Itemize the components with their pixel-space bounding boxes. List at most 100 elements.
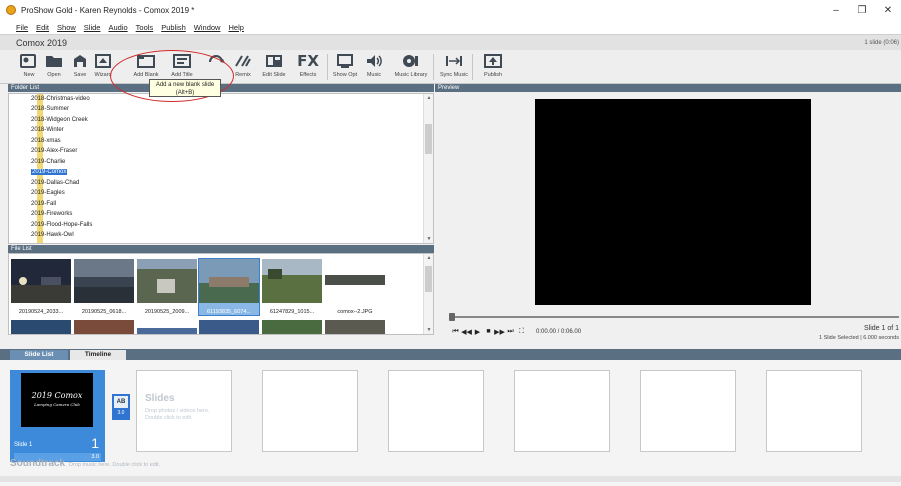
slide-card[interactable]: 2019 Comox Lamping Camera Club Slide 1 1… (10, 370, 105, 462)
effects-icon: FX (297, 52, 319, 70)
file-thumbnail-partial[interactable] (262, 320, 322, 334)
file-thumbnail-partial[interactable] (325, 320, 385, 334)
folder-item[interactable]: 2019-Alex-Fraser (31, 146, 77, 155)
minimize-button[interactable]: – (823, 0, 849, 20)
slide-list-scrollbar[interactable] (0, 476, 901, 482)
add-title-button[interactable]: Add Title (164, 52, 200, 78)
slide-title-text: 2019 Comox (31, 391, 83, 400)
maximize-button[interactable]: ❐ (849, 0, 875, 20)
transition-duration: 3.0 (117, 410, 125, 416)
scrollbar-thumb[interactable] (425, 124, 432, 154)
soundtrack-bar[interactable]: Soundtrack Drop music here. Double click… (10, 458, 160, 472)
preview-pane: ⏮ ◀◀ ▶ ■ ▶▶ ⏭ ⛶ 0:00.00 / 0:06.00 Slide … (435, 93, 901, 343)
edit-slide-label: Edit Slide (262, 72, 286, 78)
menu-show[interactable]: Show (57, 23, 76, 32)
publish-button[interactable]: Publish (475, 52, 511, 78)
tooltip-shortcut: (Alt+B) (175, 90, 195, 96)
file-thumbnail-partial[interactable] (137, 328, 197, 334)
menu-edit[interactable]: Edit (36, 23, 49, 32)
preview-scrubber-knob[interactable] (449, 313, 455, 321)
folder-item-selected[interactable]: 2019-Comox (31, 167, 68, 176)
wizard-button[interactable]: Wizard (85, 52, 121, 78)
file-thumbnail-partial[interactable] (11, 320, 71, 334)
sync-music-label: Sync Music (439, 72, 469, 78)
open-label: Open (47, 72, 61, 78)
show-options-label: Show Opt (332, 72, 358, 78)
empty-slide-slot[interactable] (766, 370, 862, 452)
folder-item[interactable]: 2019-Dallas-Chad (31, 178, 79, 187)
file-thumbnail[interactable]: 61247829_1015... (262, 259, 322, 315)
edit-slide-button[interactable]: Edit Slide (256, 52, 292, 78)
menu-bar: File Edit Show Slide Audio Tools Publish… (0, 20, 901, 34)
tab-slide-list[interactable]: Slide List (10, 350, 68, 360)
project-bar: Comox 2019 1 slide (0:06) (0, 34, 901, 50)
slide-name[interactable]: Slide 1 (14, 442, 32, 448)
menu-publish[interactable]: Publish (161, 23, 186, 32)
folder-item[interactable]: 2019-Fall (31, 199, 56, 208)
slide-tab-strip: Slide List Timeline (0, 349, 901, 360)
menu-file[interactable]: File (16, 23, 28, 32)
folder-item[interactable]: 2019-Flood-Hope-Falls (31, 220, 92, 229)
skip-to-start-icon[interactable]: ⏮ (451, 327, 460, 336)
slides-hint-text: Drop photos / videos here. Double click … (145, 408, 210, 421)
transition-ab-icon: AB (114, 396, 128, 408)
playback-time: 0:00.00 / 0:06.00 (536, 328, 582, 335)
file-thumbnail[interactable]: 20190525_2009... (137, 259, 197, 315)
empty-slide-slot[interactable] (388, 370, 484, 452)
folder-item[interactable]: 2019-Fireworks (31, 209, 72, 218)
close-button[interactable]: ✕ (875, 0, 901, 20)
file-thumbnail-partial[interactable] (74, 320, 134, 334)
preview-header: Preview (435, 84, 901, 92)
music-button[interactable]: Music (356, 52, 392, 78)
preview-scrubber-track[interactable] (451, 316, 899, 318)
file-thumbnail[interactable]: 20190524_2033... (11, 259, 71, 315)
music-library-label: Music Library (394, 72, 428, 78)
empty-slide-slot[interactable] (640, 370, 736, 452)
slide-subtitle-text: Lamping Camera Club (34, 402, 80, 407)
tab-timeline[interactable]: Timeline (70, 350, 126, 360)
menu-slide[interactable]: Slide (84, 23, 101, 32)
show-options-icon (334, 52, 356, 70)
folder-item[interactable]: 2019-Hawk-Owl (31, 230, 74, 239)
folder-list-header: Folder List (8, 84, 434, 92)
fullscreen-icon[interactable]: ⛶ (517, 327, 526, 336)
file-list-scrollbar[interactable]: ▲ ▼ (423, 254, 433, 334)
effects-button[interactable]: FX Effects (290, 52, 326, 78)
empty-slide-slot[interactable] (262, 370, 358, 452)
folder-item[interactable]: 2018-Winter (31, 125, 64, 134)
scroll-down-icon[interactable]: ▼ (424, 326, 433, 334)
sync-music-button[interactable]: Sync Music (436, 52, 472, 78)
empty-slide-slot[interactable]: Slides Drop photos / videos here. Double… (136, 370, 232, 452)
sync-music-icon (443, 52, 465, 70)
scroll-down-icon[interactable]: ▼ (424, 235, 433, 243)
scroll-up-icon[interactable]: ▲ (424, 94, 433, 102)
transition-button[interactable]: AB 3.0 (112, 394, 130, 420)
play-icon[interactable]: ▶ (473, 327, 482, 336)
file-thumbnail[interactable]: comox--2.JPG (325, 259, 385, 315)
fast-forward-icon[interactable]: ▶▶ (494, 327, 505, 336)
empty-slide-slot[interactable] (514, 370, 610, 452)
scroll-up-icon[interactable]: ▲ (424, 254, 433, 262)
folder-item[interactable]: 2018-Christmas-video (31, 94, 90, 103)
file-thumbnail-selected[interactable]: 61193835_6074... (198, 258, 260, 316)
menu-audio[interactable]: Audio (108, 23, 127, 32)
scrollbar-thumb[interactable] (425, 266, 432, 292)
add-blank-slide-icon (135, 52, 157, 70)
folder-item[interactable]: 2019-Eagles (31, 188, 65, 197)
file-thumbnail-partial[interactable] (199, 320, 259, 334)
folder-item[interactable]: 2019-Charlie (31, 157, 65, 166)
rewind-icon[interactable]: ◀◀ (461, 327, 472, 336)
menu-tools[interactable]: Tools (136, 23, 154, 32)
skip-to-end-icon[interactable]: ⏭ (506, 327, 515, 336)
menu-help[interactable]: Help (228, 23, 243, 32)
menu-window[interactable]: Window (194, 23, 221, 32)
file-thumbnail[interactable]: 20190525_0618... (74, 259, 134, 315)
slide-number: 1 (91, 435, 99, 451)
music-library-button[interactable]: Music Library (393, 52, 429, 78)
folder-item[interactable]: 2018-Widgeon Creek (31, 115, 88, 124)
stop-icon[interactable]: ■ (484, 327, 493, 336)
folder-list-scrollbar[interactable]: ▲ ▼ (423, 94, 433, 243)
folder-item[interactable]: 2018-xmas (31, 136, 61, 145)
folder-item[interactable]: 2018-Summer (31, 104, 69, 113)
add-blank-button[interactable]: Add Blank (128, 52, 164, 78)
